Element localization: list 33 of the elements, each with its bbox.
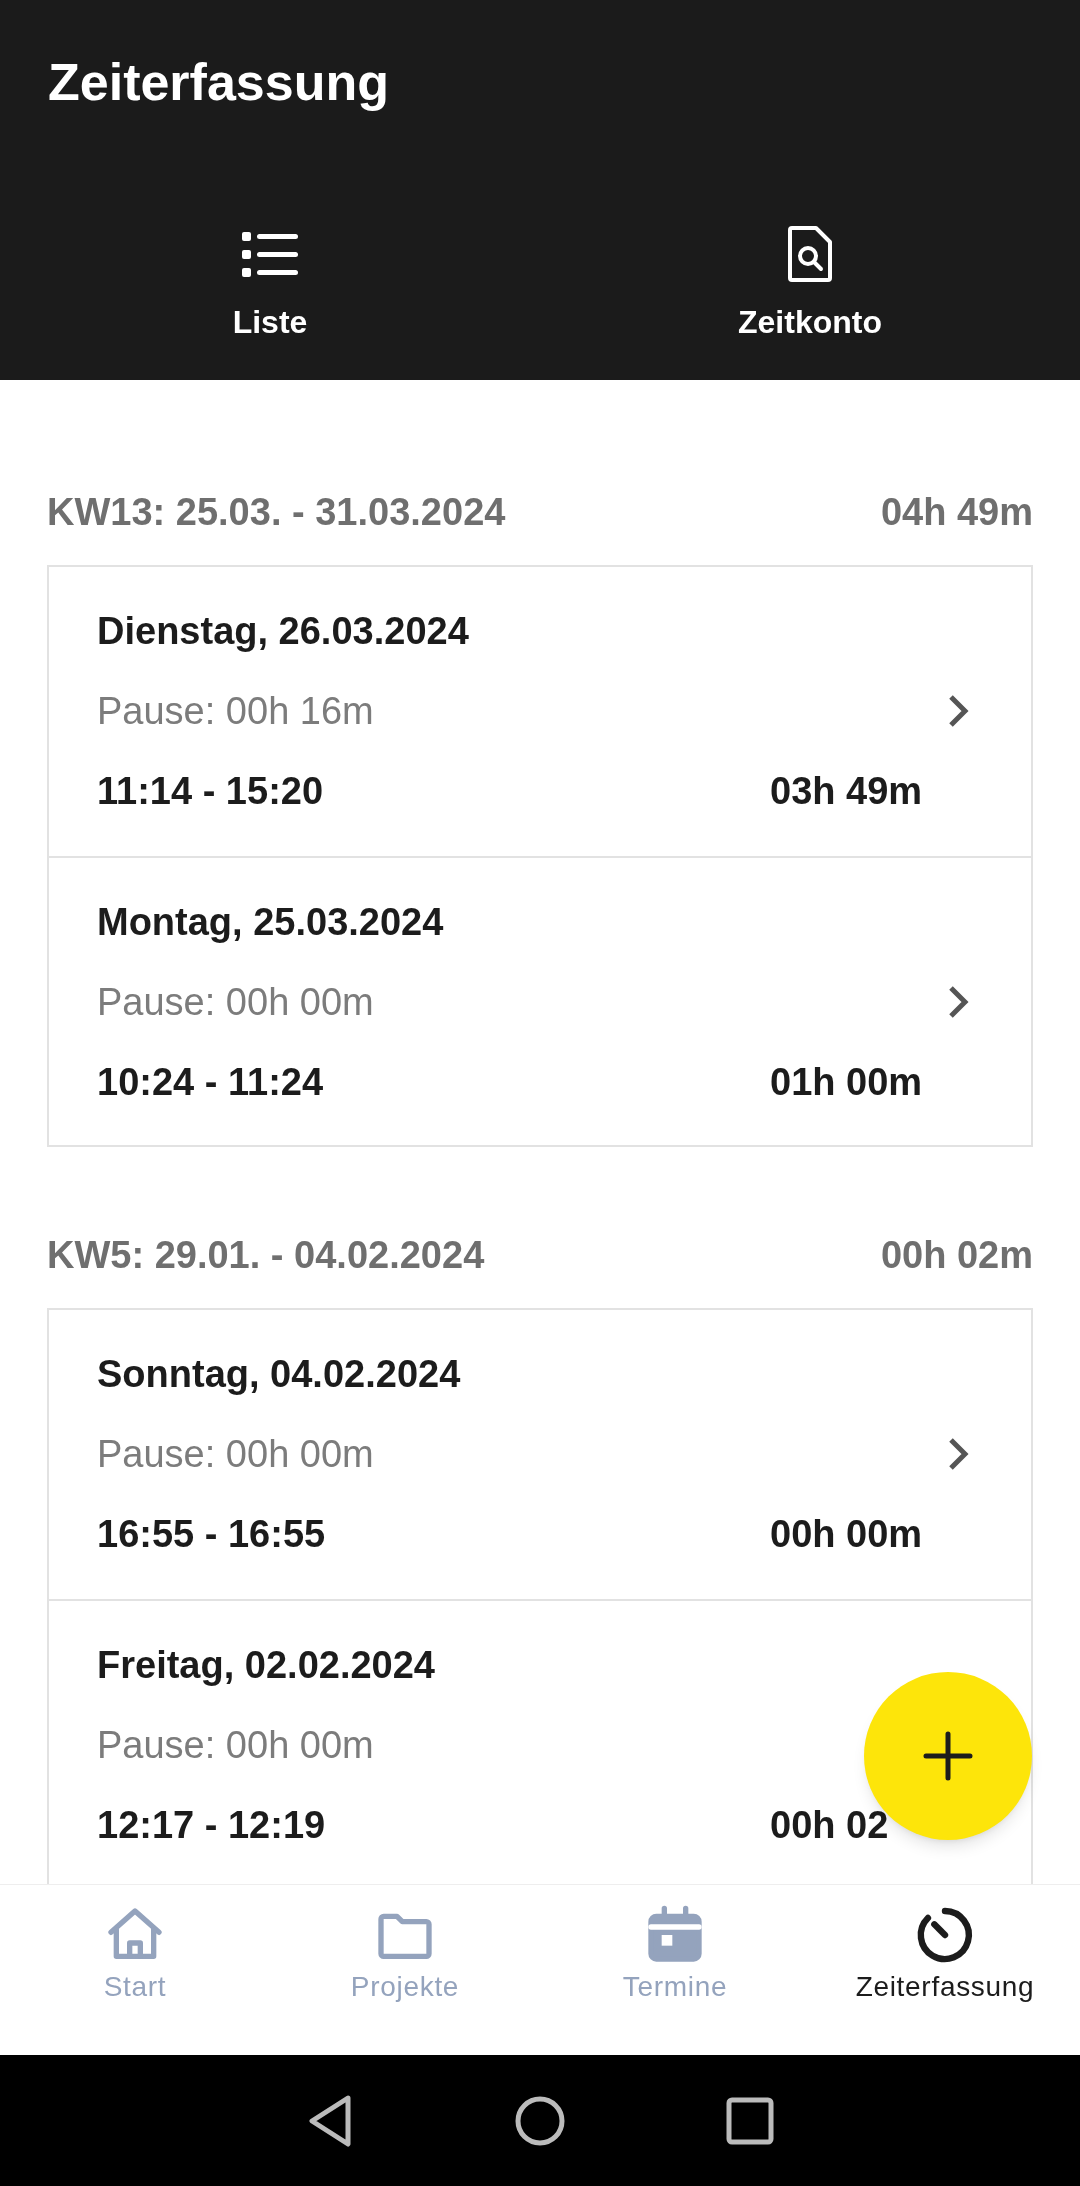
entry-date: Sonntag, 04.02.2024 xyxy=(97,1351,461,1397)
time-range: 16:55 - 16:55 xyxy=(97,1511,327,1557)
pause-text: Pause: 00h 00m xyxy=(97,979,374,1025)
pause-text: Pause: 00h 00m xyxy=(97,1722,374,1768)
chevron-right-icon xyxy=(947,693,971,729)
pause-text: Pause: 00h 00m xyxy=(97,1431,374,1477)
home-circle-icon[interactable] xyxy=(514,2094,566,2147)
chevron-right-icon xyxy=(947,984,971,1020)
entry-date: Dienstag, 26.03.2024 xyxy=(97,608,469,654)
entry-duration: 01h 00m xyxy=(770,1059,923,1105)
back-icon[interactable] xyxy=(306,2093,354,2148)
week-label: KW13: 25.03. - 31.03.2024 xyxy=(47,489,506,535)
week-total: 04h 49m xyxy=(880,489,1033,535)
week-label: KW5: 29.01. - 04.02.2024 xyxy=(47,1232,485,1278)
entry-date: Montag, 25.03.2024 xyxy=(97,899,444,945)
pause-text: Pause: 00h 16m xyxy=(97,688,374,734)
app-title: Zeiterfassung xyxy=(48,52,389,113)
entry-duration: 03h 49m xyxy=(770,768,923,814)
entry-duration: 00h 00m xyxy=(770,1511,923,1557)
week-total: 00h 02m xyxy=(880,1232,1033,1278)
time-range: 12:17 - 12:19 xyxy=(97,1802,327,1848)
time-range: 11:14 - 15:20 xyxy=(97,768,325,814)
tab[interactable]: Liste xyxy=(0,226,540,342)
chevron-right-icon xyxy=(947,1436,971,1472)
entry-date: Freitag, 02.02.2024 xyxy=(97,1642,435,1688)
time-range: 10:24 - 11:24 xyxy=(97,1059,325,1105)
list-icon xyxy=(242,230,298,278)
entry-duration: 00h 02 xyxy=(770,1802,889,1848)
nav-item[interactable]: Zeiterfassung xyxy=(810,1885,1080,2055)
plus-icon xyxy=(923,1731,973,1781)
recents-icon[interactable] xyxy=(726,2096,774,2145)
document-search-icon xyxy=(788,226,832,282)
tab[interactable]: Zeitkonto xyxy=(540,226,1080,342)
